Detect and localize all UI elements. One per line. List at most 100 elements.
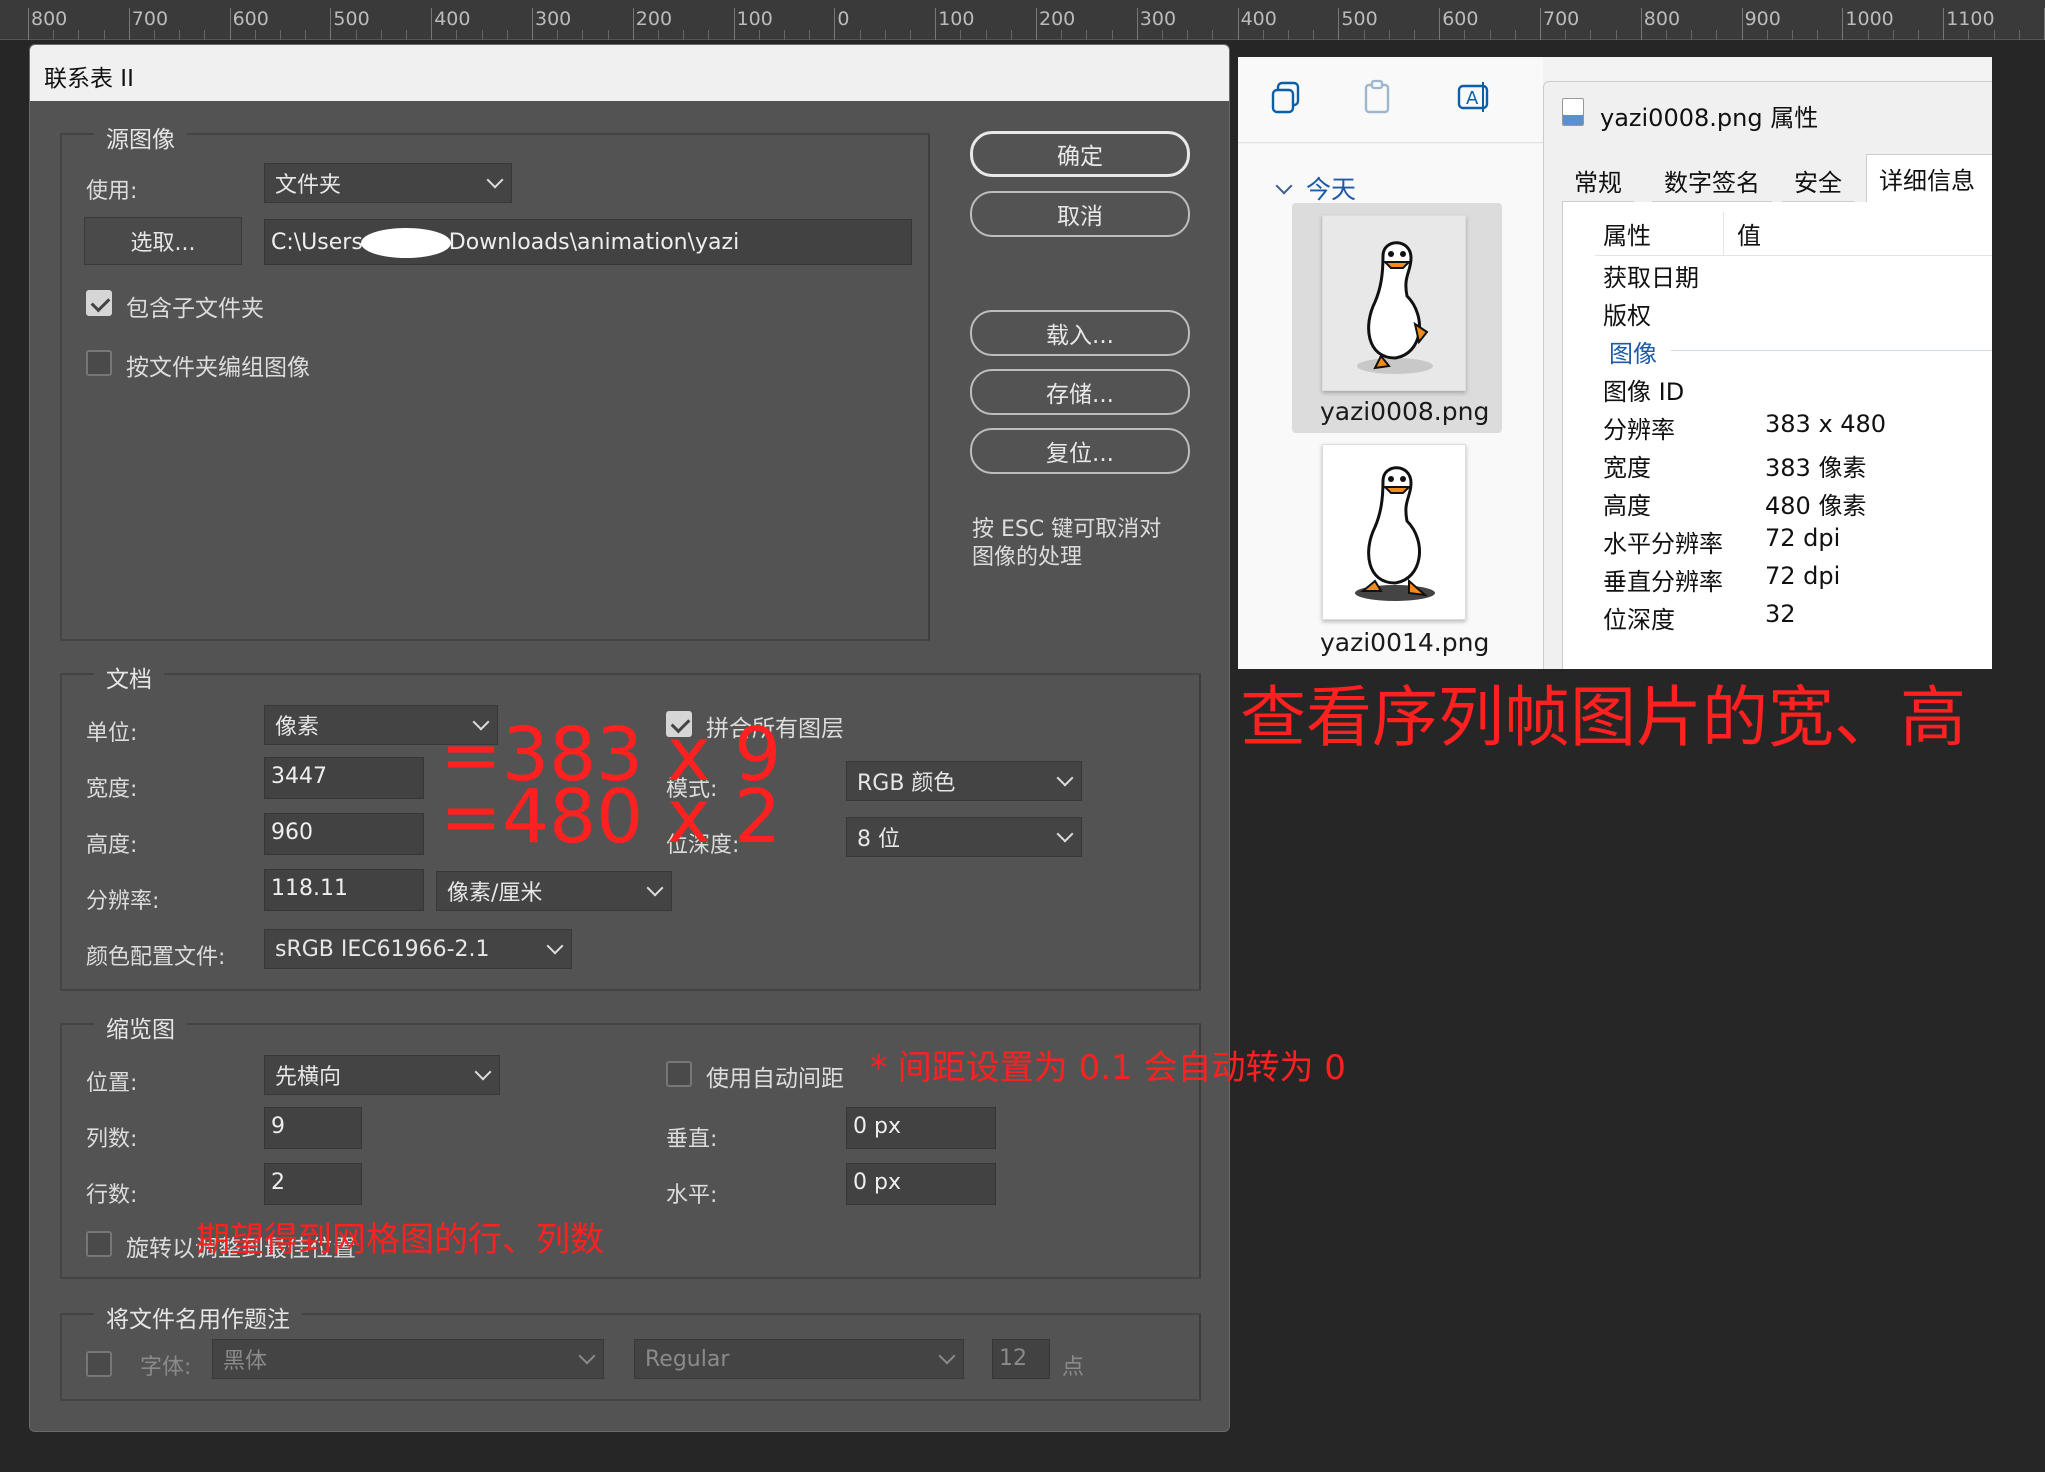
reset-button[interactable]: 复位... bbox=[970, 428, 1190, 474]
ruler-minor-tick bbox=[1262, 30, 1264, 40]
caption-legend: 将文件名用作题注 bbox=[94, 1300, 302, 1334]
ruler-tick-label: 300 bbox=[535, 8, 572, 30]
color-profile-value: sRGB IEC61966-2.1 bbox=[275, 936, 490, 962]
thumbnails-legend: 缩览图 bbox=[94, 1010, 187, 1044]
rename-icon[interactable]: A bbox=[1456, 79, 1492, 115]
ruler-minor-tick bbox=[708, 30, 710, 40]
chevron-down-icon bbox=[938, 1347, 956, 1365]
color-profile-label: 颜色配置文件: bbox=[86, 945, 226, 970]
ruler-tick-label: 900 bbox=[1744, 8, 1781, 30]
ok-button[interactable]: 确定 bbox=[970, 131, 1190, 177]
ruler-minor-tick bbox=[1691, 30, 1693, 40]
place-select-value: 先横向 bbox=[275, 1065, 342, 1090]
file-card-yazi0008[interactable]: yazi0008.png bbox=[1292, 203, 1502, 433]
spacing-note-annotation: * 间距设置为 0.1 会自动转为 0 bbox=[870, 1048, 1346, 1088]
tab-security[interactable]: 安全 bbox=[1782, 160, 1854, 202]
ruler-minor-tick bbox=[1867, 30, 1869, 40]
ruler-minor-tick bbox=[1565, 30, 1567, 40]
width-input[interactable]: 3447 bbox=[264, 757, 424, 799]
group-by-folder-checkbox[interactable] bbox=[86, 350, 112, 376]
ruler-tick-label: 200 bbox=[635, 8, 673, 30]
ruler-minor-tick bbox=[582, 30, 584, 40]
horizontal-input[interactable]: 0 px bbox=[846, 1163, 996, 1205]
resolution-input[interactable]: 118.11 bbox=[264, 869, 424, 911]
ruler-minor-tick bbox=[758, 30, 760, 40]
mode-select-value: RGB 颜色 bbox=[857, 771, 956, 796]
ruler-minor-tick bbox=[179, 30, 181, 40]
use-select[interactable]: 文件夹 bbox=[264, 163, 512, 203]
column-divider[interactable] bbox=[1723, 212, 1724, 256]
tab-details[interactable]: 详细信息 bbox=[1866, 154, 1992, 202]
choose-button[interactable]: 选取... bbox=[84, 217, 242, 265]
load-button[interactable]: 载入... bbox=[970, 310, 1190, 356]
font-style-select[interactable]: Regular bbox=[634, 1339, 964, 1379]
resolution-unit-select[interactable]: 像素/厘米 bbox=[436, 871, 672, 911]
rows-input[interactable]: 2 bbox=[264, 1163, 362, 1205]
bit-depth-value: 8 位 bbox=[857, 827, 900, 852]
prop-value: 480 像素 bbox=[1765, 492, 1867, 520]
file-explorer-panel: A 今天 yazi0008.png yazi0014.png yazi0008.… bbox=[1238, 57, 1992, 669]
ruler-minor-tick bbox=[406, 30, 407, 40]
rotate-fit-checkbox[interactable] bbox=[86, 1231, 112, 1257]
use-select-value: 文件夹 bbox=[275, 173, 342, 198]
header-property[interactable]: 属性 bbox=[1603, 216, 1651, 251]
ruler-major-tick bbox=[431, 8, 433, 40]
ruler-tick-label: 600 bbox=[1442, 8, 1479, 30]
ruler-minor-tick bbox=[53, 30, 55, 40]
chevron-down-icon bbox=[578, 1347, 596, 1365]
chevron-down-icon bbox=[546, 937, 564, 955]
vertical-input[interactable]: 0 px bbox=[846, 1107, 996, 1149]
place-select[interactable]: 先横向 bbox=[264, 1055, 500, 1095]
bit-depth-select[interactable]: 8 位 bbox=[846, 817, 1082, 857]
ruler-major-tick bbox=[1943, 8, 1945, 40]
source-images-group: 源图像 bbox=[60, 120, 930, 641]
tab-general[interactable]: 常规 bbox=[1562, 160, 1634, 202]
path-field[interactable]: C:\Users Downloads\animation\yazi bbox=[264, 219, 912, 265]
tab-digital-signature[interactable]: 数字签名 bbox=[1652, 160, 1772, 202]
ruler-tick-label: 0 bbox=[837, 8, 850, 30]
ruler-major-tick bbox=[834, 8, 836, 40]
save-button[interactable]: 存储... bbox=[970, 369, 1190, 415]
redaction-blob bbox=[360, 228, 451, 258]
file-card-yazi0014[interactable]: yazi0014.png bbox=[1292, 444, 1502, 669]
ruler-minor-tick bbox=[1968, 30, 1970, 40]
prop-name: 版权 bbox=[1603, 302, 1651, 330]
auto-spacing-checkbox[interactable] bbox=[666, 1061, 692, 1087]
auto-spacing-label: 使用自动间距 bbox=[706, 1066, 844, 1092]
ruler-major-tick bbox=[1036, 8, 1037, 40]
vertical-label: 垂直: bbox=[666, 1127, 718, 1152]
ruler-tick-label: 400 bbox=[1240, 8, 1277, 30]
ruler-minor-tick bbox=[910, 30, 911, 40]
place-label: 位置: bbox=[86, 1071, 138, 1096]
cancel-button[interactable]: 取消 bbox=[970, 191, 1190, 237]
group-today-label[interactable]: 今天 bbox=[1306, 170, 1356, 206]
ruler-minor-tick bbox=[1666, 30, 1667, 40]
details-list: 属性 值 获取日期 版权 图像 图像 ID 分辨率 383 x 480 宽度 3… bbox=[1562, 202, 1992, 669]
color-profile-select[interactable]: sRGB IEC61966-2.1 bbox=[264, 929, 572, 969]
unit-label: 单位: bbox=[86, 721, 138, 746]
group-by-folder-label: 按文件夹编组图像 bbox=[126, 355, 310, 381]
ruler-minor-tick bbox=[2018, 30, 2020, 40]
thumbnail-duck-2 bbox=[1322, 444, 1466, 620]
paste-icon[interactable] bbox=[1362, 79, 1394, 115]
ruler-minor-tick bbox=[960, 30, 962, 40]
properties-window: yazi0008.png 属性 常规 数字签名 安全 详细信息 属性 值 获取日… bbox=[1543, 81, 1992, 669]
chevron-down-icon[interactable] bbox=[1275, 177, 1293, 195]
ruler-minor-tick bbox=[1766, 30, 1768, 40]
ruler-minor-tick bbox=[859, 30, 861, 40]
file-name-yazi0014: yazi0014.png bbox=[1320, 628, 1490, 657]
columns-input[interactable]: 9 bbox=[264, 1107, 362, 1149]
ruler-minor-tick bbox=[658, 30, 659, 40]
mode-select[interactable]: RGB 颜色 bbox=[846, 761, 1082, 801]
ruler-minor-tick bbox=[1464, 30, 1466, 40]
prop-name: 获取日期 bbox=[1603, 264, 1699, 292]
height-input[interactable]: 960 bbox=[264, 813, 424, 855]
font-size-input[interactable]: 12 bbox=[992, 1339, 1050, 1379]
include-subfolders-checkbox[interactable] bbox=[86, 290, 112, 316]
use-filename-checkbox[interactable] bbox=[86, 1351, 112, 1377]
font-select[interactable]: 黑体 bbox=[212, 1339, 604, 1379]
prop-value: 72 dpi bbox=[1765, 562, 1841, 590]
copy-icon[interactable] bbox=[1270, 81, 1302, 115]
header-value[interactable]: 值 bbox=[1737, 216, 1761, 251]
prop-value: 32 bbox=[1765, 600, 1796, 628]
